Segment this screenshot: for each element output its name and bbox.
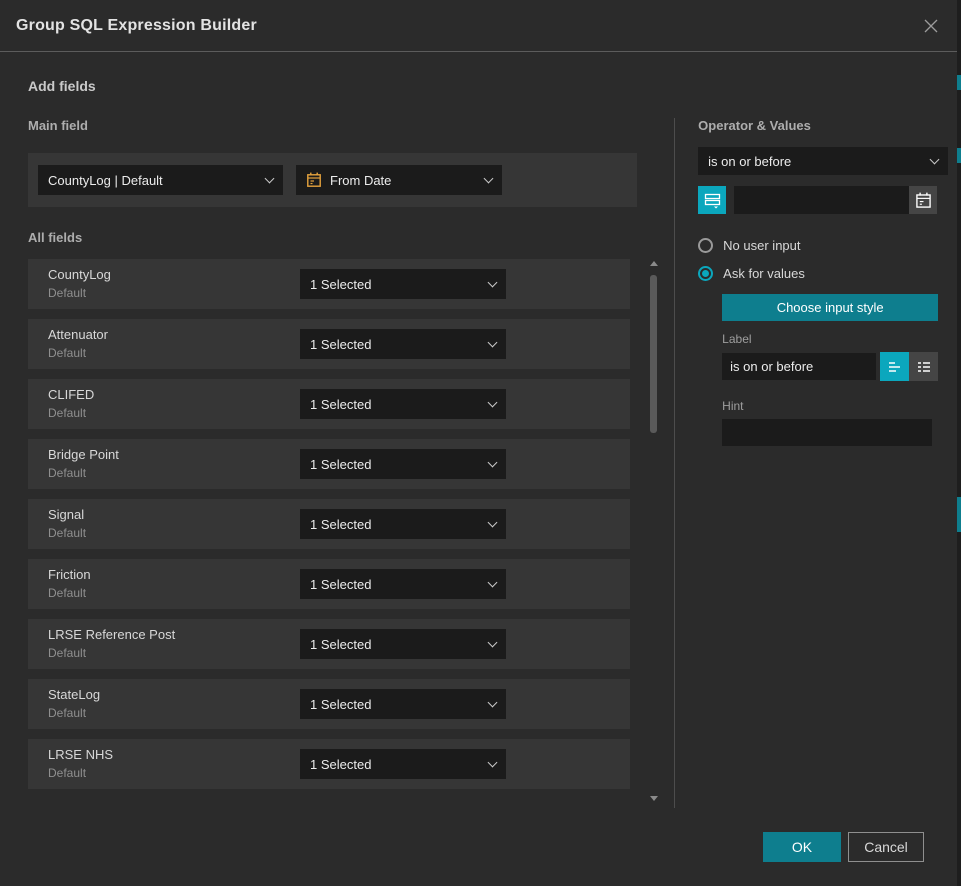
label-input-row	[722, 352, 957, 381]
close-button[interactable]	[919, 14, 943, 38]
field-values-select[interactable]: 1 Selected	[300, 689, 506, 719]
field-row: StateLog Default 1 Selected	[28, 679, 630, 729]
cancel-button[interactable]: Cancel	[848, 832, 924, 862]
align-left-icon	[887, 359, 903, 375]
field-values-select-value: 1 Selected	[310, 637, 489, 652]
hint-input[interactable]	[722, 419, 932, 446]
list-style-button[interactable]	[909, 352, 938, 381]
field-values-select[interactable]: 1 Selected	[300, 629, 506, 659]
field-row: LRSE Reference Post Default 1 Selected	[28, 619, 630, 669]
field-values-select-value: 1 Selected	[310, 577, 489, 592]
chevron-down-icon	[488, 757, 498, 767]
chevron-down-icon	[488, 577, 498, 587]
field-row: Friction Default 1 Selected	[28, 559, 630, 609]
field-values-select[interactable]: 1 Selected	[300, 509, 506, 539]
field-row: LRSE NHS Default 1 Selected	[28, 739, 630, 789]
field-values-select-value: 1 Selected	[310, 337, 489, 352]
multiple-values-button[interactable]	[698, 186, 726, 214]
fields-list-scrollbar[interactable]	[649, 261, 658, 801]
label-input[interactable]	[722, 353, 876, 380]
chevron-down-icon	[930, 154, 940, 164]
field-values-select[interactable]: 1 Selected	[300, 569, 506, 599]
dialog-title: Group SQL Expression Builder	[16, 17, 257, 35]
background-accent-fragment	[957, 148, 961, 163]
operator-select-value: is on or before	[708, 154, 931, 169]
ok-button[interactable]: OK	[763, 832, 841, 862]
chevron-down-icon	[265, 173, 275, 183]
label-style-toggle	[880, 352, 938, 381]
all-fields-label: All fields	[28, 230, 637, 245]
chevron-down-icon	[488, 397, 498, 407]
field-values-select[interactable]: 1 Selected	[300, 389, 506, 419]
field-values-select[interactable]: 1 Selected	[300, 269, 506, 299]
single-line-style-button[interactable]	[880, 352, 909, 381]
radio-no-user-input[interactable]: No user input	[698, 238, 957, 253]
date-field-select[interactable]: From Date	[296, 165, 502, 195]
scroll-down-icon[interactable]	[650, 796, 658, 801]
date-picker-button[interactable]	[909, 186, 937, 214]
field-values-select-value: 1 Selected	[310, 457, 489, 472]
calendar-icon	[306, 172, 322, 188]
ask-values-options: Choose input style Label	[722, 294, 957, 446]
list-icon	[916, 359, 932, 375]
field-values-select-value: 1 Selected	[310, 277, 489, 292]
add-fields-heading: Add fields	[28, 78, 957, 94]
layer-select[interactable]: CountyLog | Default	[38, 165, 283, 195]
field-values-select[interactable]: 1 Selected	[300, 329, 506, 359]
operator-values-panel: Operator & Values is on or before	[698, 118, 957, 808]
radio-selected-icon	[698, 266, 713, 281]
chevron-down-icon	[488, 337, 498, 347]
main-field-bar: CountyLog | Default From Date	[28, 153, 637, 207]
chevron-down-icon	[484, 173, 494, 183]
background-accent-fragment	[957, 75, 961, 90]
date-field-select-value: From Date	[330, 173, 477, 188]
dialog-footer: OK Cancel	[763, 832, 924, 862]
chevron-down-icon	[488, 277, 498, 287]
label-caption: Label	[722, 332, 957, 346]
group-sql-expression-builder-dialog: Group SQL Expression Builder Add fields …	[0, 0, 957, 886]
hint-caption: Hint	[722, 399, 957, 413]
field-row: CountyLog Default 1 Selected	[28, 259, 630, 309]
dialog-titlebar: Group SQL Expression Builder	[0, 0, 957, 52]
vertical-divider	[674, 118, 675, 808]
scrollbar-thumb[interactable]	[650, 275, 657, 433]
field-values-select-value: 1 Selected	[310, 397, 489, 412]
all-fields-list: CountyLog Default 1 Selected Attenuator …	[28, 259, 630, 789]
field-values-select-value: 1 Selected	[310, 697, 489, 712]
operator-select[interactable]: is on or before	[698, 147, 948, 175]
radio-ask-for-values-label: Ask for values	[723, 266, 805, 281]
chevron-down-icon	[488, 697, 498, 707]
field-row: Bridge Point Default 1 Selected	[28, 439, 630, 489]
choose-input-style-button[interactable]: Choose input style	[722, 294, 938, 321]
date-value-input[interactable]	[734, 186, 909, 214]
field-row: Attenuator Default 1 Selected	[28, 319, 630, 369]
fields-column: Main field CountyLog | Default Fro	[28, 118, 637, 808]
field-row: CLIFED Default 1 Selected	[28, 379, 630, 429]
field-values-select[interactable]: 1 Selected	[300, 449, 506, 479]
radio-circle-icon	[698, 238, 713, 253]
background-page-sliver	[957, 0, 961, 886]
chevron-down-icon	[488, 517, 498, 527]
radio-ask-for-values[interactable]: Ask for values	[698, 266, 957, 281]
scroll-up-icon[interactable]	[650, 261, 658, 266]
chevron-down-icon	[488, 637, 498, 647]
field-row: Signal Default 1 Selected	[28, 499, 630, 549]
multiple-values-icon	[704, 192, 721, 209]
radio-no-user-input-label: No user input	[723, 238, 800, 253]
close-icon	[922, 17, 940, 35]
field-values-select-value: 1 Selected	[310, 517, 489, 532]
layer-select-value: CountyLog | Default	[48, 173, 266, 188]
background-accent-fragment	[957, 497, 961, 532]
calendar-icon	[915, 192, 932, 209]
chevron-down-icon	[488, 457, 498, 467]
operator-values-heading: Operator & Values	[698, 118, 957, 133]
dialog-content: Main field CountyLog | Default Fro	[0, 118, 957, 808]
field-values-select[interactable]: 1 Selected	[300, 749, 506, 779]
value-input-row	[698, 186, 957, 214]
field-values-select-value: 1 Selected	[310, 757, 489, 772]
main-field-label: Main field	[28, 118, 637, 133]
